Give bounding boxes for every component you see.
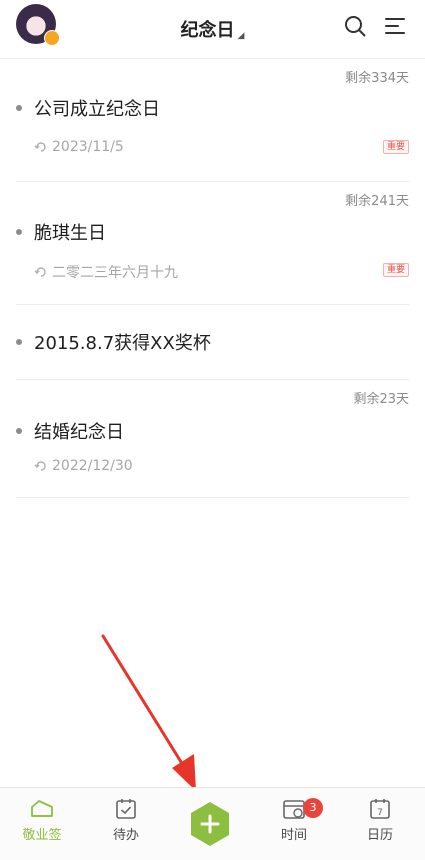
menu-icon[interactable] xyxy=(383,14,407,38)
top-bar: 纪念日 ◢ xyxy=(0,0,425,59)
search-icon[interactable] xyxy=(343,14,367,38)
nav-item-todo[interactable]: 待办 xyxy=(96,798,156,843)
item-title: 公司成立纪念日 xyxy=(34,99,160,120)
calendar-day-number: 7 xyxy=(377,808,383,818)
dropdown-caret-icon: ◢ xyxy=(237,31,245,41)
bullet-dot xyxy=(16,105,22,111)
item-title: 2015.8.7获得XX奖杯 xyxy=(34,333,211,354)
nav-label: 日历 xyxy=(366,828,393,843)
nav-label: 敬业签 xyxy=(22,828,62,843)
page-title-text: 纪念日 xyxy=(180,20,235,41)
note-icon xyxy=(31,800,53,817)
important-tag: 重要 xyxy=(382,263,409,277)
important-tag: 重要 xyxy=(382,140,409,154)
remaining-days: 剩余334天 xyxy=(345,71,409,86)
item-date: 二零二三年六月十九 xyxy=(34,262,178,282)
nav-label: 待办 xyxy=(112,828,139,843)
item-date-text: 二零二三年六月十九 xyxy=(52,265,178,281)
list-item[interactable]: 剩余241天 脆琪生日 二零二三年六月十九 重要 xyxy=(16,182,409,305)
item-date: 2023/11/5 xyxy=(34,139,124,155)
repeat-icon xyxy=(34,267,46,277)
remaining-days: 剩余23天 xyxy=(353,392,409,407)
nav-label: 时间 xyxy=(280,828,307,843)
bottom-nav: 敬业签 待办 时间 7 日历 xyxy=(0,787,425,860)
repeat-icon xyxy=(34,142,46,152)
list-item[interactable]: 剩余23天 结婚纪念日 2022/12/30 xyxy=(16,380,409,498)
calendar-icon: 7 xyxy=(370,799,390,819)
item-date-text: 2023/11/5 xyxy=(52,139,124,155)
anniversary-list: 剩余334天 公司成立纪念日 2023/11/5 重要 剩余241天 脆琪生日 … xyxy=(0,59,425,498)
item-title: 脆琪生日 xyxy=(34,223,106,244)
add-button[interactable] xyxy=(187,801,233,847)
nav-item-calendar[interactable]: 7 日历 xyxy=(350,798,410,843)
todo-calendar-icon xyxy=(116,799,136,819)
bullet-dot xyxy=(16,229,22,235)
notification-badge: 3 xyxy=(303,798,323,818)
list-item[interactable]: 剩余334天 公司成立纪念日 2023/11/5 重要 xyxy=(16,59,409,182)
repeat-icon xyxy=(34,461,46,471)
item-date-text: 2022/12/30 xyxy=(52,458,133,474)
item-date: 2022/12/30 xyxy=(34,458,133,474)
bullet-dot xyxy=(16,339,22,345)
bullet-dot xyxy=(16,428,22,434)
remaining-days: 剩余241天 xyxy=(345,194,409,209)
item-title: 结婚纪念日 xyxy=(34,422,124,443)
list-item[interactable]: 2015.8.7获得XX奖杯 xyxy=(16,305,409,380)
nav-item-notes[interactable]: 敬业签 xyxy=(12,798,72,843)
